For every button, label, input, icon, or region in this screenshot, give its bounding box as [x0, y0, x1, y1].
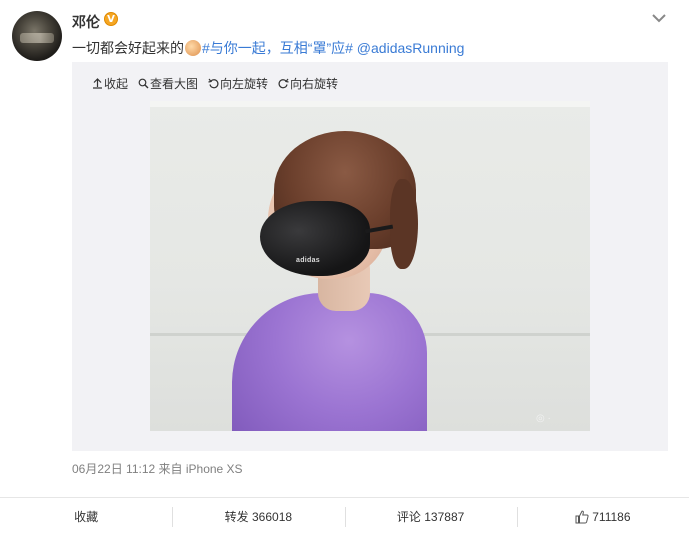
- zoom-icon: [138, 78, 149, 89]
- rotate-right-label: 向右旋转: [290, 77, 339, 91]
- view-large-label: 查看大图: [150, 77, 199, 91]
- rotate-left-button[interactable]: 向左旋转: [208, 75, 268, 92]
- collapse-label: 收起: [104, 77, 129, 91]
- face-mask: [260, 201, 370, 276]
- username[interactable]: 邓伦: [72, 12, 100, 32]
- favorite-button[interactable]: 收藏: [0, 498, 172, 535]
- post-time[interactable]: 06月22日 11:12: [72, 462, 155, 476]
- hair-back: [390, 179, 418, 269]
- rotate-right-icon: [278, 78, 289, 89]
- action-bar: 收藏 转发 366018 评论 137887 711186: [0, 497, 689, 535]
- rotate-left-label: 向左旋转: [220, 77, 269, 91]
- mask-brand-logo: adidas: [296, 257, 320, 264]
- repost-label: 转发 366018: [224, 510, 293, 524]
- emoji-icon: [185, 40, 201, 56]
- collapse-icon: [93, 78, 102, 89]
- post-meta: 06月22日 11:12 来自 iPhone XS: [72, 460, 243, 477]
- post-text-prefix: 一切都会好起来的: [72, 40, 184, 56]
- post-photo[interactable]: adidas ◎ ·: [150, 101, 590, 431]
- rotate-right-button[interactable]: 向右旋转: [278, 75, 338, 92]
- weibo-watermark-icon: ◎ ·: [536, 413, 551, 424]
- like-button[interactable]: 711186: [516, 498, 689, 535]
- chevron-down-icon[interactable]: [652, 13, 666, 23]
- comment-label: 评论 137887: [396, 510, 465, 524]
- comment-button[interactable]: 评论 137887: [344, 498, 517, 535]
- favorite-label: 收藏: [74, 510, 99, 524]
- verified-badge-icon: V: [104, 12, 118, 26]
- rotate-left-icon: [208, 78, 219, 89]
- post-source: 来自 iPhone XS: [158, 462, 243, 476]
- purple-shirt: [232, 293, 427, 431]
- hashtag-link[interactable]: #与你一起，互相“罩”应#: [202, 40, 353, 56]
- wall-edge: [150, 101, 590, 107]
- view-large-button[interactable]: 查看大图: [138, 75, 198, 92]
- collapse-button[interactable]: 收起: [92, 75, 128, 92]
- media-toolbar: 收起 查看大图 向左旋转 向右旋转: [92, 75, 338, 92]
- post-text: 一切都会好起来的 #与你一起，互相“罩”应# @adidasRunning: [72, 38, 464, 58]
- avatar[interactable]: [12, 11, 62, 61]
- repost-button[interactable]: 转发 366018: [172, 498, 344, 535]
- like-count: 711186: [592, 509, 631, 524]
- thumbs-up-icon: [575, 510, 589, 523]
- mention-link[interactable]: @adidasRunning: [357, 40, 465, 56]
- weibo-card: 邓伦 V 一切都会好起来的 #与你一起，互相“罩”应# @adidasRunnin…: [0, 0, 689, 535]
